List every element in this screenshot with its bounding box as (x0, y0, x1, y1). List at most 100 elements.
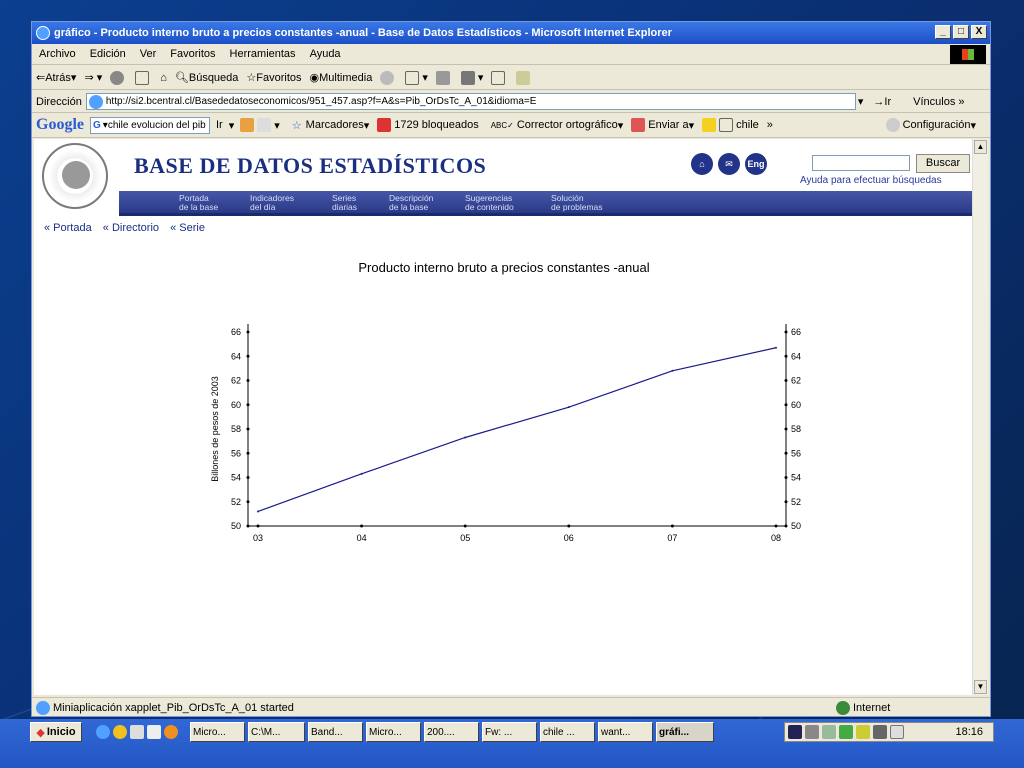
address-dropdown-icon[interactable]: ▾ (858, 95, 864, 108)
nav-line: de la base (179, 202, 219, 212)
quicklaunch-ie-icon[interactable] (96, 725, 110, 739)
minimize-button[interactable]: _ (935, 25, 951, 39)
vertical-scrollbar[interactable]: ▲ ▼ (972, 139, 988, 695)
home-icon[interactable]: ⌂ (691, 153, 713, 175)
y-tick-label-right: 58 (791, 424, 801, 434)
status-text: Miniaplicación xapplet_Pib_OrDsTc_A_01 s… (53, 701, 294, 714)
breadcrumb: « Portada « Directorio « Serie (44, 222, 213, 234)
refresh-button[interactable] (135, 70, 152, 85)
title-bar[interactable]: gráfico - Producto interno bruto a preci… (32, 22, 990, 44)
more-chevron-icon[interactable]: » (767, 119, 773, 131)
history-button[interactable] (380, 70, 397, 85)
breadcrumb-portada[interactable]: « Portada (44, 222, 92, 234)
forward-button[interactable]: ⇒ ▾ (84, 71, 102, 84)
google-search-input[interactable]: G ▾ chile evolucion del pib (90, 116, 210, 134)
print-icon (435, 70, 450, 85)
start-button[interactable]: ◆ Inicio (30, 722, 82, 742)
multimedia-label: Multimedia (319, 71, 373, 84)
back-button[interactable]: ⇐ Atrás ▾ (36, 71, 76, 85)
task-button[interactable]: C:\M... (248, 722, 305, 742)
site-search-input[interactable] (812, 155, 910, 171)
nav-solucion[interactable]: Solución de problemas (551, 194, 603, 212)
highlight-icon[interactable] (702, 118, 717, 132)
quicklaunch-extra-icon[interactable] (164, 725, 178, 739)
tray-icon[interactable] (788, 725, 802, 739)
task-button[interactable]: 200.... (424, 722, 479, 742)
search-submit-button[interactable]: Buscar (916, 154, 970, 173)
mail-icon[interactable]: ✉ (718, 153, 740, 175)
y-tick-left (246, 379, 250, 382)
task-button[interactable]: Micro... (366, 722, 421, 742)
popup-blocked-count[interactable]: 1729 bloqueados (394, 119, 478, 131)
data-point (671, 369, 674, 372)
quicklaunch-desktop-icon[interactable] (130, 725, 144, 739)
google-options-icon[interactable]: ▾ (229, 119, 235, 132)
nav-descripcion[interactable]: Descripción de la base (389, 194, 433, 212)
discuss-button[interactable] (491, 70, 508, 85)
news-icon[interactable] (257, 118, 272, 132)
quicklaunch-player-icon[interactable] (113, 725, 127, 739)
search-help-link[interactable]: Ayuda para efectuar búsquedas (800, 175, 942, 186)
mail-icon[interactable] (890, 725, 904, 739)
menu-ayuda[interactable]: Ayuda (303, 48, 348, 60)
nav-indicadores[interactable]: Indicadores del día (250, 194, 294, 212)
multimedia-button[interactable]: ◉ Multimedia (310, 71, 373, 85)
settings-button[interactable]: Configuración ▾ (885, 118, 976, 132)
favorites-button[interactable]: ☆ Favoritos (246, 71, 301, 85)
address-input[interactable]: http://si2.bcentral.cl/Basededatoseconom… (85, 93, 856, 110)
x-tick-label: 07 (667, 533, 677, 543)
google-logo[interactable]: Google (36, 116, 84, 134)
y-tick-right (784, 379, 788, 382)
menu-edicion[interactable]: Edición (83, 48, 133, 60)
nav-portada[interactable]: Portada de la base (179, 194, 218, 212)
menu-ver[interactable]: Ver (133, 48, 164, 60)
nav-series[interactable]: Series diarias (332, 194, 357, 212)
send-to-button[interactable]: Enviar a (648, 119, 688, 131)
stop-button[interactable] (110, 70, 127, 85)
messenger-button[interactable] (516, 70, 533, 85)
task-button[interactable]: chile ... (540, 722, 595, 742)
english-button[interactable]: Eng (745, 153, 767, 175)
close-button[interactable]: X (971, 25, 987, 39)
maximize-button[interactable]: □ (953, 25, 969, 39)
globe-icon (836, 700, 850, 715)
pagerank-icon[interactable] (240, 118, 255, 132)
task-button[interactable]: Band... (308, 722, 363, 742)
bookmarks-button[interactable]: Marcadores (306, 119, 364, 131)
spellcheck-button[interactable]: Corrector ortográfico (517, 119, 618, 131)
speaker-icon[interactable] (805, 725, 819, 739)
nav-sugerencias[interactable]: Sugerencias de contenido (465, 194, 514, 212)
scroll-down-icon[interactable]: ▼ (974, 680, 987, 694)
google-go-button[interactable]: Ir (216, 119, 223, 131)
find-chile-button[interactable]: chile (736, 119, 759, 131)
quicklaunch-app-icon[interactable] (147, 725, 161, 739)
scroll-up-icon[interactable]: ▲ (974, 140, 987, 154)
tray-icon[interactable] (822, 725, 836, 739)
task-button[interactable]: Fw: ... (482, 722, 537, 742)
back-arrow-icon: ⇐ (36, 72, 46, 84)
go-button[interactable]: →Ir (873, 96, 891, 108)
x-tick (774, 524, 778, 528)
menu-archivo[interactable]: Archivo (32, 48, 83, 60)
tray-icon[interactable] (839, 725, 853, 739)
chevron-right-icon[interactable]: » (958, 96, 964, 108)
menu-favoritos[interactable]: Favoritos (163, 48, 222, 60)
mail-button[interactable]: ▾ (405, 70, 428, 85)
task-button[interactable]: Micro... (190, 722, 245, 742)
address-label: Dirección (36, 95, 82, 108)
tray-icon[interactable] (856, 725, 870, 739)
nav-line: de problemas (551, 202, 603, 212)
menu-herramientas[interactable]: Herramientas (223, 48, 303, 60)
address-url: http://si2.bcentral.cl/Basededatoseconom… (105, 96, 537, 107)
breadcrumb-serie[interactable]: « Serie (170, 222, 205, 234)
search-button[interactable]: 🔍︎ Búsqueda (175, 71, 239, 85)
task-button[interactable]: want... (598, 722, 653, 742)
breadcrumb-directorio[interactable]: « Directorio (103, 222, 159, 234)
task-button-active[interactable]: gráfi... (656, 722, 714, 742)
print-button[interactable] (435, 70, 453, 85)
home-button[interactable]: ⌂ (160, 72, 167, 84)
tray-icon[interactable] (873, 725, 887, 739)
y-tick-label-left: 60 (231, 400, 241, 410)
links-button[interactable]: Vínculos (913, 96, 955, 108)
edit-button[interactable]: ▾ (460, 70, 483, 85)
